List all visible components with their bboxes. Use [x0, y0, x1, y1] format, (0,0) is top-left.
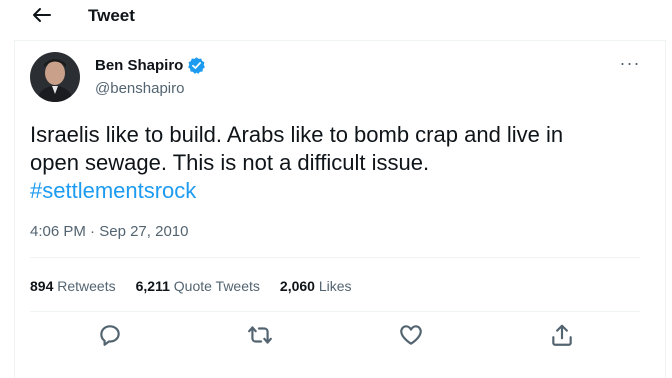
- share-icon[interactable]: [549, 322, 575, 348]
- retweet-icon[interactable]: [247, 322, 273, 348]
- tweet-timestamp[interactable]: 4:06 PM · Sep 27, 2010: [30, 223, 188, 240]
- like-icon[interactable]: [398, 322, 424, 348]
- quote-tweets-label: Quote Tweets: [173, 278, 260, 294]
- tweet-time: 4:06 PM: [30, 223, 86, 240]
- reply-icon[interactable]: [97, 322, 123, 348]
- avatar-image: [30, 52, 80, 102]
- action-bar: [0, 322, 672, 352]
- tweet-text: Israelis like to build. Arabs like to bo…: [30, 121, 630, 205]
- likes-count: 2,060: [279, 278, 315, 294]
- engagement-stats: 894 Retweets 6,211 Quote Tweets 2,060 Li…: [30, 278, 352, 294]
- top-bar: Tweet: [0, 0, 672, 32]
- hashtag-link[interactable]: #settlementsrock: [30, 177, 630, 205]
- more-icon[interactable]: ···: [616, 54, 644, 76]
- tweet-date: Sep 27, 2010: [99, 223, 189, 240]
- likes-label: Likes: [318, 278, 352, 294]
- retweets-stat[interactable]: 894 Retweets: [30, 278, 116, 294]
- verified-badge-icon: [188, 57, 206, 74]
- author-name[interactable]: Ben Shapiro: [95, 57, 183, 74]
- tweet-text-line-1: Israelis like to build. Arabs like to bo…: [30, 122, 564, 147]
- page-title: Tweet: [88, 6, 135, 25]
- author-handle[interactable]: @benshapiro: [95, 80, 184, 97]
- retweets-count: 894: [30, 278, 54, 294]
- author-name-row: Ben Shapiro: [95, 56, 206, 75]
- timestamp-separator: ·: [90, 223, 96, 240]
- divider: [30, 257, 640, 258]
- quote-tweets-count: 6,211: [135, 278, 170, 294]
- retweets-label: Retweets: [57, 278, 116, 294]
- tweet-text-line-2: open sewage. This is not a difficult iss…: [30, 150, 430, 175]
- divider: [30, 311, 640, 312]
- quote-tweets-stat[interactable]: 6,211 Quote Tweets: [136, 278, 260, 294]
- back-arrow-icon[interactable]: [28, 4, 54, 26]
- avatar[interactable]: [30, 52, 80, 102]
- likes-stat[interactable]: 2,060 Likes: [280, 278, 352, 294]
